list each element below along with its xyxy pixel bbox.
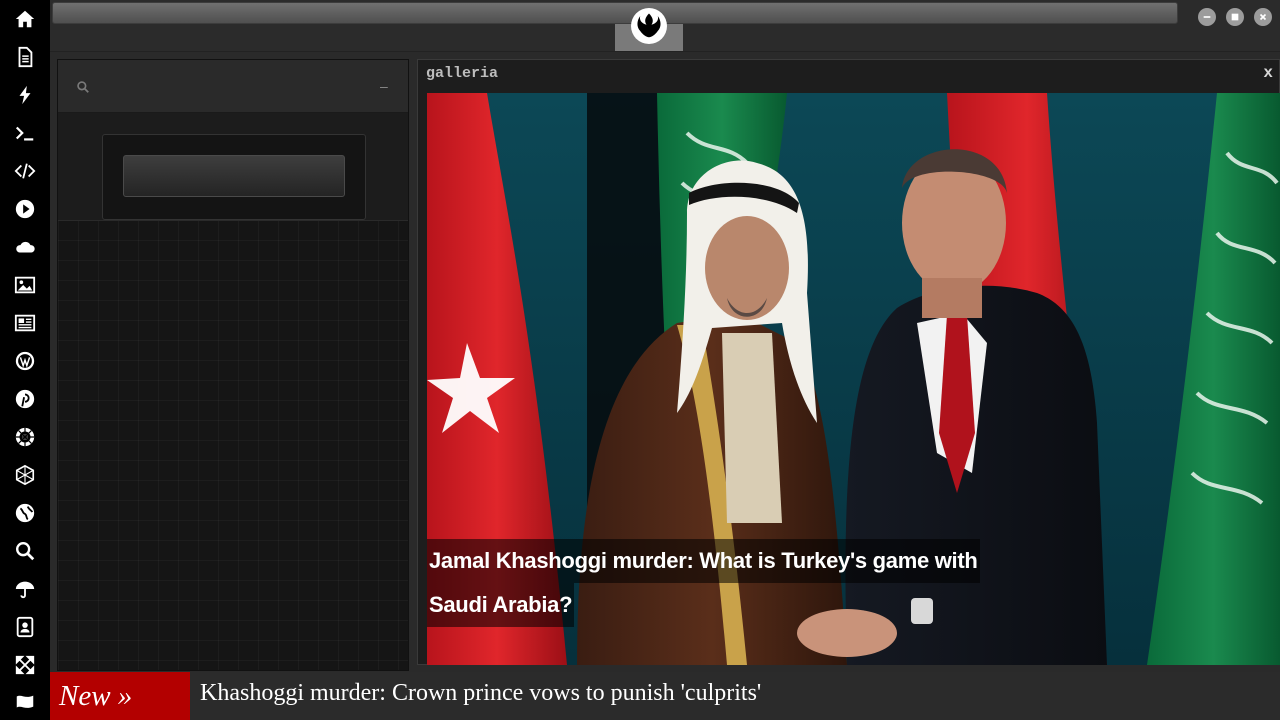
news-ticker: New » Khashoggi murder: Crown prince vow… (50, 672, 1280, 720)
expand-icon[interactable] (0, 646, 50, 684)
document-icon[interactable] (0, 38, 50, 76)
close-window-button[interactable] (1254, 8, 1272, 26)
play-icon[interactable] (0, 190, 50, 228)
umbrella-icon[interactable] (0, 570, 50, 608)
globe-icon[interactable] (0, 494, 50, 532)
address-bar[interactable] (52, 2, 1178, 24)
maximize-button[interactable] (1226, 8, 1244, 26)
network-icon[interactable] (0, 456, 50, 494)
home-icon[interactable] (0, 0, 50, 38)
search-panel-header: – (58, 60, 408, 113)
terminal-icon[interactable] (0, 114, 50, 152)
gallery-photo[interactable]: Jamal Khashoggi murder: What is Turkey's… (427, 93, 1280, 665)
galactic-empire-icon[interactable] (0, 418, 50, 456)
caption-line-2[interactable]: Saudi Arabia? (427, 583, 575, 627)
caption-line-1[interactable]: Jamal Khashoggi murder: What is Turkey's… (427, 539, 980, 583)
minimize-button[interactable] (1198, 8, 1216, 26)
panel-minimize-button[interactable]: – (380, 78, 388, 94)
rebel-alliance-icon[interactable] (631, 8, 667, 44)
pinterest-icon[interactable] (0, 380, 50, 418)
image-icon[interactable] (0, 266, 50, 304)
search-input[interactable] (123, 155, 345, 197)
code-icon[interactable] (0, 152, 50, 190)
cloud-icon[interactable] (0, 228, 50, 266)
search-panel: – (57, 59, 409, 671)
gallery-close-button[interactable]: x (1263, 64, 1273, 82)
flag-icon[interactable] (0, 683, 50, 720)
ticker-badge: New » (50, 672, 190, 720)
search-card (102, 134, 366, 220)
wordpress-icon[interactable] (0, 342, 50, 380)
gallery-window: galleria x Jamal Khashoggi murder: What … (417, 59, 1280, 665)
icon-sidebar (0, 0, 50, 720)
search-icon[interactable] (76, 80, 90, 94)
gallery-title: galleria (426, 65, 499, 82)
newspaper-icon[interactable] (0, 304, 50, 342)
search-icon[interactable] (0, 532, 50, 570)
ticker-headline[interactable]: Khashoggi murder: Crown prince vows to p… (200, 680, 761, 707)
contact-book-icon[interactable] (0, 608, 50, 646)
bolt-icon[interactable] (0, 76, 50, 114)
